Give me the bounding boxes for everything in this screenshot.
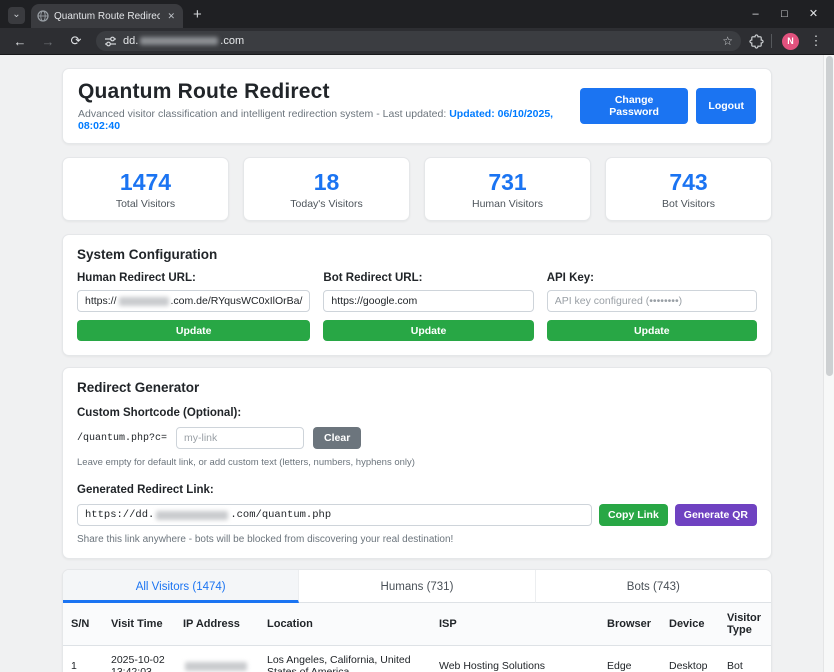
page-scrollbar[interactable] (823, 55, 834, 672)
back-icon[interactable]: ← (8, 34, 32, 49)
human-redirect-field: Human Redirect URL: https://.com.de/RYqu… (77, 272, 310, 341)
url-text[interactable]: dd..com (123, 35, 244, 47)
browser-tab-strip: ⌄ Quantum Route Redirect - Adm ✕ + – □ ✕ (0, 0, 834, 28)
stat-value: 743 (612, 169, 765, 196)
bot-redirect-input[interactable] (323, 290, 533, 312)
copy-link-button[interactable]: Copy Link (599, 504, 668, 526)
generated-link-input[interactable]: https://dd..com/quantum.php (77, 504, 592, 526)
cell-visitor-type: Bot (719, 646, 772, 672)
window-minimize-icon[interactable]: – (741, 1, 770, 27)
stat-value: 731 (431, 169, 584, 196)
bookmark-star-icon[interactable]: ☆ (722, 34, 733, 48)
stat-card-todays-visitors: 18 Today's Visitors (243, 157, 410, 221)
generated-link-label: Generated Redirect Link: (77, 484, 757, 496)
logout-button[interactable]: Logout (696, 88, 756, 124)
page-subtitle: Advanced visitor classification and inte… (78, 108, 580, 132)
col-ip-address: IP Address (175, 603, 259, 646)
menu-kebab-icon[interactable]: ⋮ (806, 33, 826, 49)
col-device: Device (661, 603, 719, 646)
cell-isp: Web Hosting Solutions (431, 646, 599, 672)
stat-value: 1474 (69, 169, 222, 196)
update-human-redirect-button[interactable]: Update (77, 320, 310, 341)
bot-redirect-field: Bot Redirect URL: Update (323, 272, 533, 341)
toolbar-separator (771, 34, 772, 48)
col-visit-time: Visit Time (103, 603, 175, 646)
cell-device: Desktop (661, 646, 719, 672)
scrollbar-thumb[interactable] (826, 56, 833, 376)
forward-icon[interactable]: → (36, 34, 60, 49)
stat-card-human-visitors: 731 Human Visitors (424, 157, 591, 221)
tab-humans[interactable]: Humans (731) (299, 570, 535, 603)
window-maximize-icon[interactable]: □ (770, 1, 799, 27)
site-settings-icon[interactable] (104, 35, 117, 48)
update-bot-redirect-button[interactable]: Update (323, 320, 533, 341)
cell-browser: Edge (599, 646, 661, 672)
change-password-button[interactable]: Change Password (580, 88, 689, 124)
col-browser: Browser (599, 603, 661, 646)
update-api-key-button[interactable]: Update (547, 320, 757, 341)
browser-tab[interactable]: Quantum Route Redirect - Adm ✕ (31, 4, 183, 28)
col-visitor-type: Visitor Type (719, 603, 772, 646)
stat-label: Bot Visitors (612, 198, 765, 210)
cell-location: Los Angeles, California, United States o… (259, 646, 431, 672)
share-hint: Share this link anywhere - bots will be … (77, 534, 757, 545)
page-viewport: Quantum Route Redirect Advanced visitor … (0, 55, 834, 672)
stat-label: Today's Visitors (250, 198, 403, 210)
window-close-icon[interactable]: ✕ (799, 1, 828, 27)
stat-card-total-visitors: 1474 Total Visitors (62, 157, 229, 221)
tab-title: Quantum Route Redirect - Adm (54, 11, 160, 22)
tab-all-visitors[interactable]: All Visitors (1474) (63, 570, 299, 603)
col-isp: ISP (431, 603, 599, 646)
profile-avatar[interactable]: N (782, 33, 799, 50)
clear-button[interactable]: Clear (313, 427, 361, 449)
shortcode-input[interactable] (176, 427, 304, 449)
page-title: Quantum Route Redirect (78, 80, 580, 104)
tab-bots[interactable]: Bots (743) (536, 570, 771, 603)
api-key-input[interactable] (547, 290, 757, 312)
tab-close-icon[interactable]: ✕ (165, 11, 177, 22)
visitors-table: S/N Visit Time IP Address Location ISP B… (63, 603, 772, 672)
address-bar[interactable]: dd..com ☆ (96, 31, 741, 51)
stat-label: Total Visitors (69, 198, 222, 210)
human-redirect-label: Human Redirect URL: (77, 272, 310, 284)
stat-value: 18 (250, 169, 403, 196)
cell-visit-time: 2025-10-0213:42:03 (103, 646, 175, 672)
stats-row: 1474 Total Visitors 18 Today's Visitors … (62, 157, 772, 221)
visitors-card: All Visitors (1474) Humans (731) Bots (7… (62, 569, 772, 672)
tab-search-chevron-icon[interactable]: ⌄ (8, 7, 25, 24)
new-tab-icon[interactable]: + (193, 7, 202, 22)
bot-redirect-label: Bot Redirect URL: (323, 272, 533, 284)
col-sn: S/N (63, 603, 103, 646)
browser-toolbar: ← → ⟳ dd..com ☆ N ⋮ (0, 28, 834, 55)
system-configuration-title: System Configuration (77, 247, 757, 262)
cell-sn: 1 (63, 646, 103, 672)
redirect-generator-card: Redirect Generator Custom Shortcode (Opt… (62, 367, 772, 559)
page-header-card: Quantum Route Redirect Advanced visitor … (62, 68, 772, 144)
stat-card-bot-visitors: 743 Bot Visitors (605, 157, 772, 221)
visitor-tabs: All Visitors (1474) Humans (731) Bots (7… (63, 570, 771, 603)
shortcode-prefix: /quantum.php?c= (77, 433, 167, 444)
custom-shortcode-label: Custom Shortcode (Optional): (77, 407, 757, 419)
redirect-generator-title: Redirect Generator (77, 380, 757, 395)
favicon-globe-icon (37, 10, 49, 22)
col-location: Location (259, 603, 431, 646)
stat-label: Human Visitors (431, 198, 584, 210)
human-redirect-input[interactable]: https://.com.de/RYqusWC0xIlOrBa/ (77, 290, 310, 312)
api-key-field: API Key: Update (547, 272, 757, 341)
shortcode-hint: Leave empty for default link, or add cus… (77, 457, 757, 468)
reload-icon[interactable]: ⟳ (64, 33, 88, 49)
system-configuration-card: System Configuration Human Redirect URL:… (62, 234, 772, 356)
extensions-puzzle-icon[interactable] (749, 34, 764, 49)
generate-qr-button[interactable]: Generate QR (675, 504, 757, 526)
window-controls: – □ ✕ (741, 1, 828, 27)
cell-ip-address (175, 646, 259, 672)
api-key-label: API Key: (547, 272, 757, 284)
table-row: 1 2025-10-0213:42:03 Los Angeles, Califo… (63, 646, 772, 672)
table-header-row: S/N Visit Time IP Address Location ISP B… (63, 603, 772, 646)
